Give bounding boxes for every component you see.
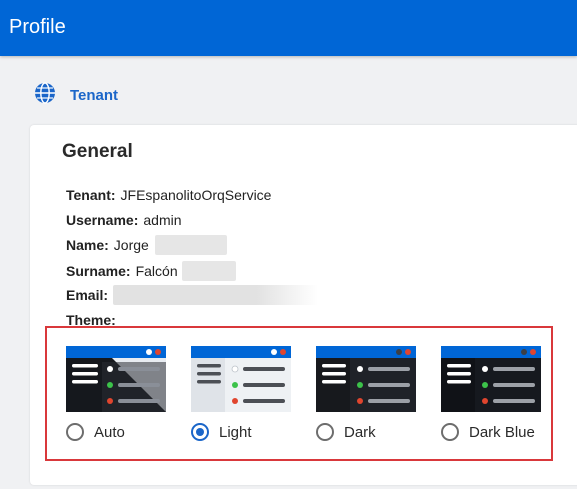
email-key: Email: <box>66 287 109 303</box>
page-title: Profile <box>9 16 66 38</box>
radio-button[interactable] <box>316 423 334 441</box>
theme-label-dark: Dark <box>344 423 376 441</box>
theme-label-dark-blue: Dark Blue <box>469 423 535 441</box>
theme-radio-light[interactable]: Light <box>191 423 252 441</box>
tenant-key: Tenant: <box>66 187 116 203</box>
theme-radio-auto[interactable]: Auto <box>66 423 125 441</box>
globe-icon <box>34 81 56 109</box>
card-title: General <box>62 141 133 162</box>
theme-label-light: Light <box>219 423 252 441</box>
name-field: Name: Jorge <box>66 235 227 255</box>
surname-key: Surname: <box>66 263 131 279</box>
redacted-block <box>113 285 319 305</box>
theme-option-dark-blue[interactable] <box>441 346 541 412</box>
tenant-link[interactable]: Tenant <box>34 81 119 109</box>
theme-radio-dark-blue[interactable]: Dark Blue <box>441 423 535 441</box>
redacted-block <box>154 235 227 255</box>
theme-thumbnail-dark[interactable] <box>316 346 416 412</box>
username-value: admin <box>143 212 182 228</box>
surname-value: Falcón <box>135 263 178 279</box>
theme-thumbnail-auto[interactable] <box>66 346 166 412</box>
name-value: Jorge <box>113 237 149 253</box>
email-field: Email: <box>66 285 319 305</box>
app-header: Profile <box>0 0 577 56</box>
name-key: Name: <box>66 237 109 253</box>
theme-thumbnail-dark-blue[interactable] <box>441 346 541 412</box>
redacted-block <box>181 261 236 281</box>
theme-label-auto: Auto <box>94 423 125 441</box>
tenant-link-label: Tenant <box>70 86 119 104</box>
tenant-value: JFEspanolitoOrqService <box>120 187 272 203</box>
radio-button-selected[interactable] <box>191 423 209 441</box>
theme-option-dark[interactable] <box>316 346 416 412</box>
theme-radio-dark[interactable]: Dark <box>316 423 376 441</box>
surname-field: Surname: Falcón <box>66 261 236 281</box>
tenant-field: Tenant: JFEspanolitoOrqService <box>66 186 271 204</box>
radio-button[interactable] <box>441 423 459 441</box>
username-key: Username: <box>66 212 139 228</box>
theme-thumbnail-light[interactable] <box>191 346 291 412</box>
theme-option-auto[interactable] <box>66 346 166 412</box>
username-field: Username: admin <box>66 211 182 229</box>
theme-option-light[interactable] <box>191 346 291 412</box>
radio-button[interactable] <box>66 423 84 441</box>
